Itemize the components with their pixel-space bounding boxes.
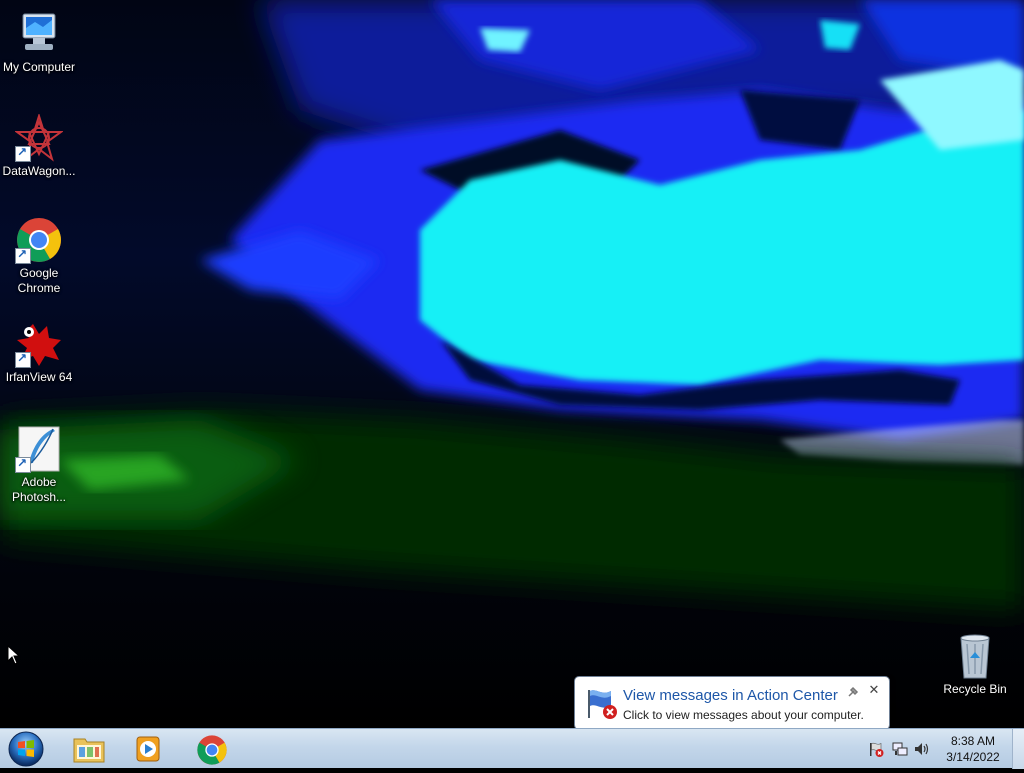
desktop-icon-my-computer[interactable]: My Computer (0, 10, 78, 75)
balloon-message: Click to view messages about your comput… (623, 708, 864, 722)
action-center-tray-icon[interactable] (868, 741, 884, 757)
mouse-cursor-icon (7, 644, 21, 665)
recycle-bin-icon (951, 632, 999, 680)
desktop-icon-adobe-photoshop[interactable]: Adobe Photosh... (0, 425, 78, 505)
media-player-icon (136, 736, 164, 767)
desktop-wallpaper (0, 0, 1024, 728)
volume-icon[interactable] (914, 741, 930, 757)
shortcut-arrow-icon (15, 456, 31, 473)
desktop-icon-label: DataWagon... (2, 164, 76, 178)
action-center-flag-icon (585, 686, 619, 720)
options-wrench-icon[interactable] (847, 685, 859, 697)
desktop-icon-recycle-bin[interactable]: Recycle Bin (936, 632, 1014, 697)
folder-icon (73, 735, 105, 768)
clock-time: 8:38 AM (950, 734, 996, 748)
irfanview-icon (15, 320, 63, 368)
desktop-icon-datawagon[interactable]: DataWagon... (0, 112, 78, 179)
taskbar-chrome-button[interactable] (184, 731, 240, 767)
datawagon-icon (13, 112, 65, 162)
balloon-title[interactable]: View messages in Action Center (623, 687, 838, 704)
desktop-icon-label: Google Chrome (17, 266, 61, 295)
shortcut-arrow-icon (15, 351, 31, 368)
shortcut-arrow-icon (15, 145, 31, 162)
start-button[interactable] (6, 730, 46, 768)
desktop-icon-irfanview[interactable]: IrfanView 64 (0, 320, 78, 385)
action-center-balloon[interactable]: View messages in Action Center Click to … (574, 676, 890, 742)
chrome-icon (196, 734, 228, 771)
taskbar-clock[interactable]: 8:38 AM 3/14/2022 (938, 733, 1008, 765)
desktop-icon-label: Adobe Photosh... (11, 475, 67, 504)
chrome-icon (15, 216, 63, 264)
clock-date: 3/14/2022 (946, 750, 1000, 764)
taskbar-media-player-button[interactable] (122, 731, 178, 767)
network-icon[interactable] (892, 741, 908, 757)
desktop-icon-label: My Computer (2, 60, 76, 74)
balloon-close-button[interactable]: ✕ (867, 683, 881, 697)
system-tray: 8:38 AM 3/14/2022 (862, 729, 1024, 769)
shortcut-arrow-icon (15, 247, 31, 264)
taskbar: 8:38 AM 3/14/2022 (0, 728, 1024, 769)
desktop-icon-label: IrfanView 64 (5, 370, 73, 384)
desktop-icon-label: Recycle Bin (943, 682, 1007, 696)
photoshop-icon (15, 425, 63, 473)
computer-icon (15, 10, 63, 58)
desktop-icon-google-chrome[interactable]: Google Chrome (0, 216, 78, 296)
taskbar-explorer-button[interactable] (62, 731, 118, 767)
show-desktop-button[interactable] (1012, 729, 1024, 769)
